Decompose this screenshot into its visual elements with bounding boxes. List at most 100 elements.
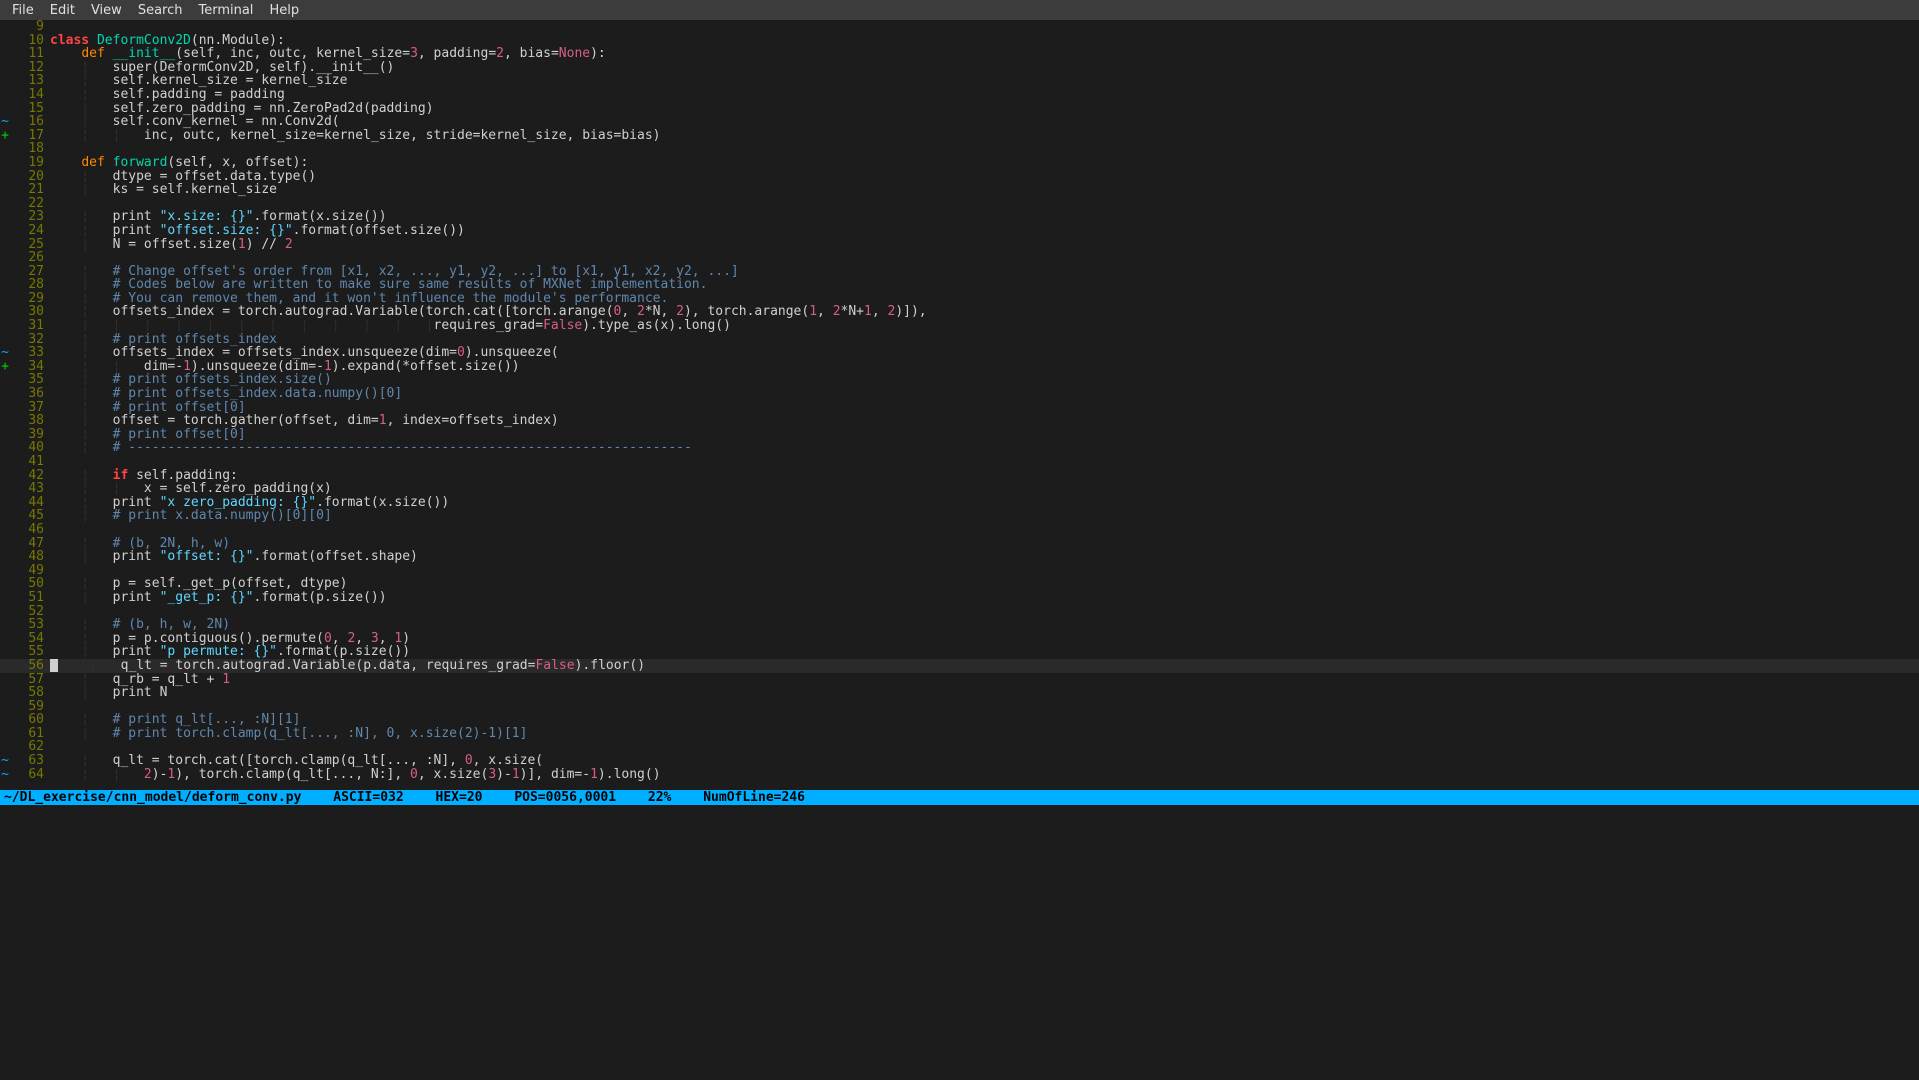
code-line[interactable]: 14 ¦ self.padding = padding bbox=[0, 88, 1919, 102]
menu-help[interactable]: Help bbox=[261, 1, 307, 20]
code-line[interactable]: 23 ¦ print "x.size: {}".format(x.size()) bbox=[0, 210, 1919, 224]
code-content[interactable] bbox=[50, 523, 1919, 537]
code-content[interactable]: ¦ # You can remove them, and it won't in… bbox=[50, 292, 1919, 306]
code-content[interactable]: def forward(self, x, offset): bbox=[50, 156, 1919, 170]
code-content[interactable]: ¦ # print x.data.numpy()[0][0] bbox=[50, 509, 1919, 523]
code-content[interactable]: ¦ if self.padding: bbox=[50, 469, 1919, 483]
code-line[interactable]: 60 ¦ # print q_lt[..., :N][1] bbox=[0, 713, 1919, 727]
code-content[interactable]: ¦ print "_get_p: {}".format(p.size()) bbox=[50, 591, 1919, 605]
code-line[interactable]: 38 ¦ offset = torch.gather(offset, dim=1… bbox=[0, 414, 1919, 428]
code-content[interactable]: ¦ q_lt = torch.autograd.Variable(p.data,… bbox=[50, 659, 1919, 673]
code-line[interactable]: 35 ¦ # print offsets_index.size() bbox=[0, 373, 1919, 387]
code-content[interactable]: ¦ # print offsets_index.data.numpy()[0] bbox=[50, 387, 1919, 401]
code-content[interactable]: ¦ # print q_lt[..., :N][1] bbox=[50, 713, 1919, 727]
code-line[interactable]: 41 bbox=[0, 455, 1919, 469]
code-line[interactable]: 48 ¦ print "offset: {}".format(offset.sh… bbox=[0, 550, 1919, 564]
code-content[interactable]: class DeformConv2D(nn.Module): bbox=[50, 34, 1919, 48]
code-content[interactable]: ¦ # ------------------------------------… bbox=[50, 441, 1919, 455]
code-line[interactable]: 29 ¦ # You can remove them, and it won't… bbox=[0, 292, 1919, 306]
code-content[interactable]: ¦ print "x zero_padding: {}".format(x.si… bbox=[50, 496, 1919, 510]
code-content[interactable]: def __init__(self, inc, outc, kernel_siz… bbox=[50, 47, 1919, 61]
code-line[interactable]: 37 ¦ # print offset[0] bbox=[0, 401, 1919, 415]
code-line[interactable]: 15 ¦ self.zero_padding = nn.ZeroPad2d(pa… bbox=[0, 102, 1919, 116]
code-content[interactable] bbox=[50, 142, 1919, 156]
code-line[interactable]: 19 def forward(self, x, offset): bbox=[0, 156, 1919, 170]
code-content[interactable]: ¦ offset = torch.gather(offset, dim=1, i… bbox=[50, 414, 1919, 428]
code-content[interactable]: ¦ ks = self.kernel_size bbox=[50, 183, 1919, 197]
code-content[interactable]: ¦ ¦ x = self.zero_padding(x) bbox=[50, 482, 1919, 496]
code-line[interactable]: 58 ¦ print N bbox=[0, 686, 1919, 700]
code-line[interactable]: ~33 ¦ offsets_index = offsets_index.unsq… bbox=[0, 346, 1919, 360]
code-content[interactable]: ¦ ¦ ¦ ¦ ¦ ¦ ¦ ¦ ¦ ¦ ¦ ¦requires_grad=Fal… bbox=[50, 319, 1919, 333]
code-line[interactable]: +34 ¦ ¦ dim=-1).unsqueeze(dim=-1).expand… bbox=[0, 360, 1919, 374]
code-line[interactable]: 36 ¦ # print offsets_index.data.numpy()[… bbox=[0, 387, 1919, 401]
code-content[interactable]: ¦ N = offset.size(1) // 2 bbox=[50, 238, 1919, 252]
menu-view[interactable]: View bbox=[83, 1, 130, 20]
code-content[interactable]: ¦ p = self._get_p(offset, dtype) bbox=[50, 577, 1919, 591]
code-line[interactable]: 31 ¦ ¦ ¦ ¦ ¦ ¦ ¦ ¦ ¦ ¦ ¦ ¦requires_grad=… bbox=[0, 319, 1919, 333]
code-content[interactable] bbox=[50, 197, 1919, 211]
code-line[interactable]: 10class DeformConv2D(nn.Module): bbox=[0, 34, 1919, 48]
code-line[interactable]: +17 ¦ ¦ inc, outc, kernel_size=kernel_si… bbox=[0, 129, 1919, 143]
code-content[interactable]: ¦ print "offset: {}".format(offset.shape… bbox=[50, 550, 1919, 564]
code-line[interactable]: 40 ¦ # ---------------------------------… bbox=[0, 441, 1919, 455]
code-line[interactable]: 55 ¦ print "p permute: {}".format(p.size… bbox=[0, 645, 1919, 659]
code-content[interactable] bbox=[50, 564, 1919, 578]
code-line[interactable]: 21 ¦ ks = self.kernel_size bbox=[0, 183, 1919, 197]
code-content[interactable]: ¦ # print torch.clamp(q_lt[..., :N], 0, … bbox=[50, 727, 1919, 741]
code-content[interactable] bbox=[50, 740, 1919, 754]
code-line[interactable]: 50 ¦ p = self._get_p(offset, dtype) bbox=[0, 577, 1919, 591]
code-line[interactable]: 53 ¦ # (b, h, w, 2N) bbox=[0, 618, 1919, 632]
code-line[interactable]: 43 ¦ ¦ x = self.zero_padding(x) bbox=[0, 482, 1919, 496]
code-content[interactable]: ¦ offsets_index = torch.autograd.Variabl… bbox=[50, 305, 1919, 319]
code-line[interactable]: 32 ¦ # print offsets_index bbox=[0, 333, 1919, 347]
code-line[interactable]: 46 bbox=[0, 523, 1919, 537]
code-content[interactable]: ¦ print "offset.size: {}".format(offset.… bbox=[50, 224, 1919, 238]
code-content[interactable]: ¦ print "p permute: {}".format(p.size()) bbox=[50, 645, 1919, 659]
code-content[interactable]: ¦ ¦ 2)-1), torch.clamp(q_lt[..., N:], 0,… bbox=[50, 768, 1919, 782]
code-content[interactable]: ¦ super(DeformConv2D, self).__init__() bbox=[50, 61, 1919, 75]
code-content[interactable]: ¦ print "x.size: {}".format(x.size()) bbox=[50, 210, 1919, 224]
menu-file[interactable]: File bbox=[4, 1, 42, 20]
code-line[interactable]: 12 ¦ super(DeformConv2D, self).__init__(… bbox=[0, 61, 1919, 75]
code-line[interactable]: 54 ¦ p = p.contiguous().permute(0, 2, 3,… bbox=[0, 632, 1919, 646]
code-content[interactable]: ¦ # (b, 2N, h, w) bbox=[50, 537, 1919, 551]
code-line[interactable]: 47 ¦ # (b, 2N, h, w) bbox=[0, 537, 1919, 551]
code-line[interactable]: 39 ¦ # print offset[0] bbox=[0, 428, 1919, 442]
code-content[interactable]: ¦ # print offsets_index bbox=[50, 333, 1919, 347]
code-content[interactable]: ¦ p = p.contiguous().permute(0, 2, 3, 1) bbox=[50, 632, 1919, 646]
menu-edit[interactable]: Edit bbox=[42, 1, 83, 20]
code-line[interactable]: 42 ¦ if self.padding: bbox=[0, 469, 1919, 483]
code-line[interactable]: ~64 ¦ ¦ 2)-1), torch.clamp(q_lt[..., N:]… bbox=[0, 768, 1919, 782]
code-line[interactable]: 61 ¦ # print torch.clamp(q_lt[..., :N], … bbox=[0, 727, 1919, 741]
code-line[interactable]: 9 bbox=[0, 20, 1919, 34]
code-line[interactable]: 11 def __init__(self, inc, outc, kernel_… bbox=[0, 47, 1919, 61]
code-line[interactable]: 52 bbox=[0, 605, 1919, 619]
code-line[interactable]: 45 ¦ # print x.data.numpy()[0][0] bbox=[0, 509, 1919, 523]
code-line[interactable]: 13 ¦ self.kernel_size = kernel_size bbox=[0, 74, 1919, 88]
code-content[interactable]: ¦ print N bbox=[50, 686, 1919, 700]
code-content[interactable]: ¦ self.zero_padding = nn.ZeroPad2d(paddi… bbox=[50, 102, 1919, 116]
code-line[interactable]: 44 ¦ print "x zero_padding: {}".format(x… bbox=[0, 496, 1919, 510]
code-line[interactable]: 51 ¦ print "_get_p: {}".format(p.size()) bbox=[0, 591, 1919, 605]
code-line[interactable]: 25 ¦ N = offset.size(1) // 2 bbox=[0, 238, 1919, 252]
code-line[interactable]: 24 ¦ print "offset.size: {}".format(offs… bbox=[0, 224, 1919, 238]
editor-viewport[interactable]: 910class DeformConv2D(nn.Module):11 def … bbox=[0, 20, 1919, 1080]
code-content[interactable] bbox=[50, 251, 1919, 265]
code-content[interactable]: ¦ # print offset[0] bbox=[50, 428, 1919, 442]
code-line[interactable]: 57 ¦ q_rb = q_lt + 1 bbox=[0, 673, 1919, 687]
code-line[interactable]: 20 ¦ dtype = offset.data.type() bbox=[0, 170, 1919, 184]
code-content[interactable]: ¦ # Codes below are written to make sure… bbox=[50, 278, 1919, 292]
code-line[interactable]: 26 bbox=[0, 251, 1919, 265]
code-content[interactable]: ¦ self.conv_kernel = nn.Conv2d( bbox=[50, 115, 1919, 129]
code-line[interactable]: 27 ¦ # Change offset's order from [x1, x… bbox=[0, 265, 1919, 279]
menu-terminal[interactable]: Terminal bbox=[190, 1, 261, 20]
code-line[interactable]: 59 bbox=[0, 700, 1919, 714]
code-content[interactable]: ¦ dtype = offset.data.type() bbox=[50, 170, 1919, 184]
code-content[interactable]: ¦ # (b, h, w, 2N) bbox=[50, 618, 1919, 632]
code-content[interactable] bbox=[50, 455, 1919, 469]
menu-search[interactable]: Search bbox=[130, 1, 191, 20]
code-line[interactable]: 22 bbox=[0, 197, 1919, 211]
code-line[interactable]: 30 ¦ offsets_index = torch.autograd.Vari… bbox=[0, 305, 1919, 319]
code-content[interactable] bbox=[50, 20, 1919, 34]
